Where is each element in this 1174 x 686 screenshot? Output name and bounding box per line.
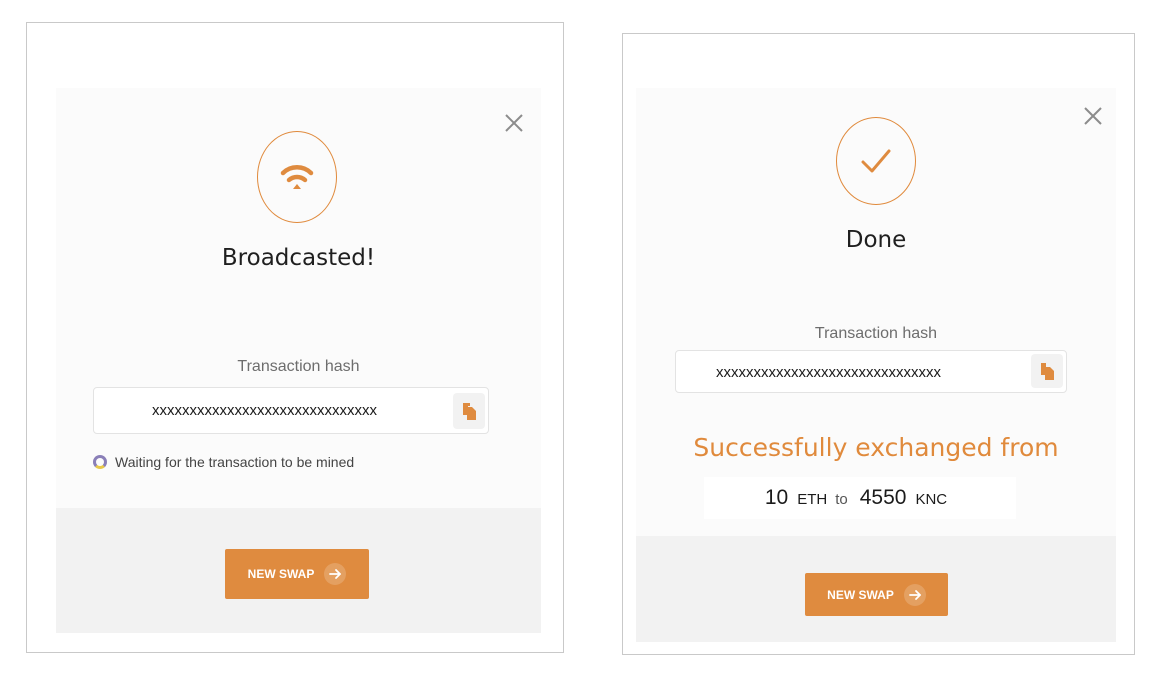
- modal-title: Broadcasted!: [221, 245, 376, 271]
- close-icon[interactable]: [1081, 104, 1105, 128]
- modal-title: Done: [845, 227, 907, 253]
- checkmark-icon: [836, 117, 916, 205]
- transaction-hash-value: xxxxxxxxxxxxxxxxxxxxxxxxxxxxxx: [716, 364, 941, 381]
- to-amount: 4550: [859, 486, 907, 509]
- transaction-hash-label: Transaction hash: [814, 325, 938, 342]
- close-icon[interactable]: [502, 111, 526, 135]
- copy-hash-button[interactable]: [1031, 354, 1063, 388]
- exchange-summary: 10 ETH to 4550 KNC: [704, 477, 1016, 519]
- to-word: to: [835, 491, 848, 508]
- loading-spinner-icon: [93, 455, 107, 469]
- waiting-status-text: Waiting for the transaction to be mined: [115, 454, 355, 470]
- new-swap-button[interactable]: NEW SWAP: [225, 549, 369, 599]
- copy-icon: [463, 403, 476, 420]
- new-swap-button-label: NEW SWAP: [247, 567, 315, 581]
- new-swap-button-label: NEW SWAP: [827, 587, 894, 602]
- transaction-hash-value: xxxxxxxxxxxxxxxxxxxxxxxxxxxxxx: [152, 402, 377, 419]
- to-token-symbol: KNC: [915, 491, 948, 508]
- from-token-symbol: ETH: [797, 491, 828, 508]
- arrow-right-icon: [903, 583, 926, 606]
- copy-hash-button[interactable]: [453, 393, 485, 429]
- new-swap-button[interactable]: NEW SWAP: [805, 573, 948, 616]
- wifi-broadcast-icon: [257, 131, 337, 223]
- waiting-status: Waiting for the transaction to be mined: [93, 454, 354, 470]
- transaction-hash-label: Transaction hash: [237, 358, 360, 375]
- copy-icon: [1041, 363, 1054, 380]
- arrow-right-icon: [324, 563, 347, 585]
- from-amount: 10: [764, 486, 789, 509]
- success-message: Successfully exchanged from: [693, 433, 1059, 462]
